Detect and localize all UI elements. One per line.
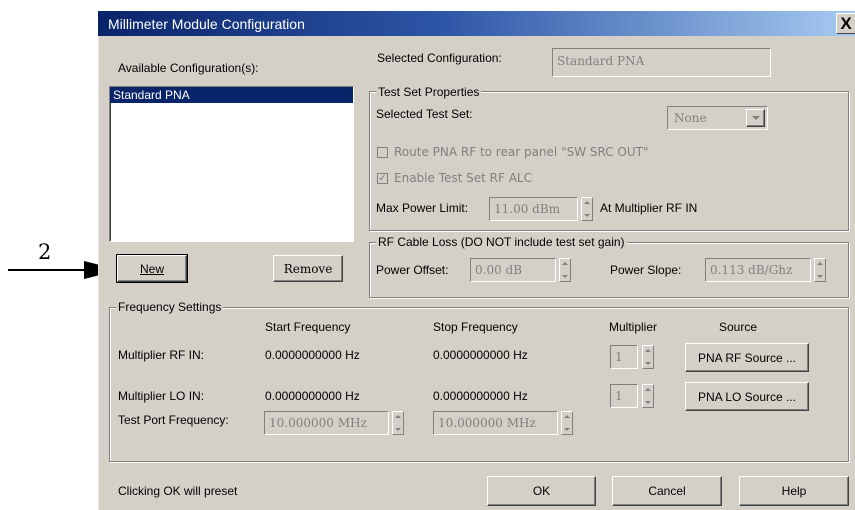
multiplier-lo-label: Multiplier LO IN: <box>118 389 205 403</box>
power-slope-spinner[interactable] <box>814 258 826 282</box>
multiplier-lo-stop: 0.0000000000 Hz <box>433 389 528 403</box>
test-set-select-value: None <box>674 111 707 125</box>
config-listbox[interactable]: Standard PNA <box>109 86 354 242</box>
selected-test-set-label: Selected Test Set: <box>376 107 473 121</box>
pna-lo-source-button[interactable]: PNA LO Source ... <box>685 382 809 411</box>
multiplier-lo-value[interactable]: 1 <box>610 384 638 408</box>
max-power-spinner[interactable] <box>581 197 593 221</box>
available-config-label: Available Configuration(s): <box>118 61 259 75</box>
power-slope-field[interactable]: 0.113 dB/Ghz <box>705 258 811 282</box>
test-port-stop-field[interactable]: 10.000000 MHz <box>433 411 558 435</box>
test-port-start-spinner[interactable] <box>392 411 404 435</box>
test-port-start-field[interactable]: 10.000000 MHz <box>264 411 389 435</box>
checkmark-icon: ✓ <box>378 173 387 184</box>
multiplier-header: Multiplier <box>609 320 658 334</box>
route-label: Route PNA RF to rear panel "SW SRC OUT" <box>394 145 649 159</box>
remove-button-label: Remove <box>283 261 333 276</box>
stop-frequency-header: Stop Frequency <box>433 320 518 334</box>
multiplier-lo-start: 0.0000000000 Hz <box>265 389 360 403</box>
frequency-legend: Frequency Settings <box>116 300 224 314</box>
max-power-suffix: At Multiplier RF IN <box>600 201 698 215</box>
source-header: Source <box>719 320 758 334</box>
test-set-dropdown-button[interactable] <box>746 109 765 127</box>
callout-arrow-line <box>8 269 88 271</box>
multiplier-rf-spinner[interactable] <box>642 345 654 369</box>
multiplier-rf-stop: 0.0000000000 Hz <box>433 348 528 362</box>
power-offset-spinner[interactable] <box>559 258 571 282</box>
alc-label: Enable Test Set RF ALC <box>394 171 532 185</box>
cancel-button[interactable]: Cancel <box>612 476 722 506</box>
max-power-label: Max Power Limit: <box>376 201 469 215</box>
power-slope-label: Power Slope: <box>610 263 682 277</box>
test-set-legend: Test Set Properties <box>376 85 482 99</box>
new-button[interactable]: New <box>116 254 188 283</box>
preset-note: Clicking OK will preset <box>118 484 238 498</box>
start-frequency-header: Start Frequency <box>265 320 351 334</box>
chevron-down-icon <box>751 116 760 120</box>
callout-number: 2 <box>38 240 52 264</box>
pna-rf-source-button[interactable]: PNA RF Source ... <box>685 343 809 372</box>
multiplier-lo-spinner[interactable] <box>642 384 654 408</box>
alc-checkbox[interactable]: ✓ <box>377 173 388 184</box>
new-button-label: New <box>139 261 164 276</box>
multiplier-rf-start: 0.0000000000 Hz <box>265 348 360 362</box>
config-list-item[interactable]: Standard PNA <box>110 87 353 103</box>
close-button[interactable]: X <box>836 13 855 34</box>
power-offset-field[interactable]: 0.00 dB <box>470 258 556 282</box>
multiplier-rf-value[interactable]: 1 <box>610 345 638 369</box>
help-button[interactable]: Help <box>739 476 849 506</box>
power-offset-label: Power Offset: <box>376 263 449 277</box>
test-port-stop-spinner[interactable] <box>561 411 573 435</box>
cable-loss-legend: RF Cable Loss (DO NOT include test set g… <box>376 235 627 249</box>
multiplier-rf-label: Multiplier RF IN: <box>118 348 205 362</box>
selected-config-label: Selected Configuration: <box>377 51 502 65</box>
ok-button[interactable]: OK <box>487 476 596 506</box>
route-checkbox[interactable] <box>377 147 388 158</box>
remove-button[interactable]: Remove <box>273 255 343 282</box>
test-port-label: Test Port Frequency: <box>118 413 229 427</box>
max-power-field[interactable]: 11.00 dBm <box>489 197 578 221</box>
window-title: Millimeter Module Configuration <box>108 16 305 32</box>
selected-config-field: Standard PNA <box>552 48 771 77</box>
